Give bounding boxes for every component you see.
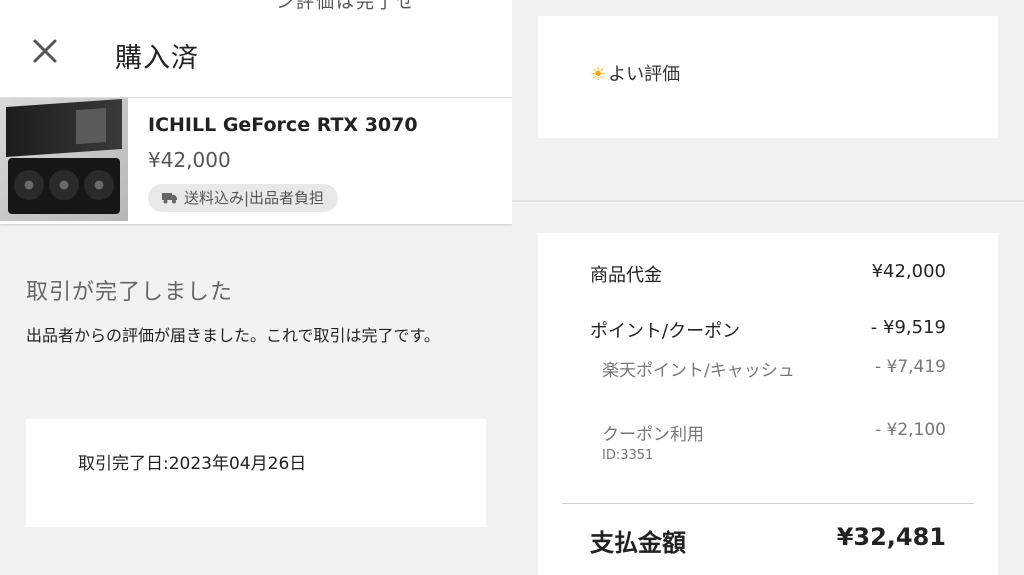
right-panel: ☀ よい評価 商品代金 ¥42,000 ポイント/クーポン - ¥9,519 楽天…: [512, 0, 1024, 575]
purchase-detail-screen: ン評価は完了せ 購入済 ICHILL GeForce RTX 3070 ¥42,…: [0, 0, 1024, 575]
completion-date: 取引完了日:2023年04月26日: [78, 454, 307, 474]
rating: ☀ よい評価: [590, 60, 680, 86]
points-coupon-value: - ¥9,519: [870, 317, 946, 338]
gpu-fan-icon: [49, 170, 79, 200]
left-panel: ン評価は完了せ 購入済 ICHILL GeForce RTX 3070 ¥42,…: [0, 0, 512, 575]
product-thumbnail[interactable]: [0, 98, 128, 221]
gpu-card-image: [8, 158, 120, 214]
completion-date-card: 取引完了日:2023年04月26日: [26, 419, 486, 527]
rakuten-points-value: - ¥7,419: [874, 357, 946, 377]
close-button[interactable]: [28, 34, 62, 68]
shipping-text: 送料込み|出品者負担: [184, 189, 325, 207]
gpu-fan-icon: [14, 170, 44, 200]
close-icon: [33, 39, 57, 63]
points-coupon-label: ポイント/クーポン: [590, 321, 741, 342]
gpu-fan-icon: [84, 170, 114, 200]
partial-top-text: ン評価は完了せ: [276, 0, 416, 13]
section-divider: [512, 200, 1024, 202]
rating-label: よい評価: [608, 64, 681, 85]
rating-card: ☀ よい評価: [538, 16, 998, 138]
coupon-id: ID:3351: [602, 448, 654, 463]
total-value: ¥32,481: [836, 523, 946, 551]
gpu-box-image: [6, 98, 122, 158]
transaction-status-message: 出品者からの評価が届きました。これで取引は完了です。: [26, 326, 440, 345]
total-divider: [562, 503, 974, 504]
header-bar: ン評価は完了せ 購入済: [0, 0, 512, 98]
product-name: ICHILL GeForce RTX 3070: [148, 114, 418, 136]
sun-icon: ☀: [590, 64, 607, 85]
transaction-status-title: 取引が完了しました: [26, 280, 234, 305]
product-price: ¥42,000: [148, 148, 231, 172]
payment-summary-card: 商品代金 ¥42,000 ポイント/クーポン - ¥9,519 楽天ポイント/キ…: [538, 233, 998, 575]
rakuten-points-label: 楽天ポイント/キャッシュ: [602, 361, 795, 381]
item-price-value: ¥42,000: [871, 261, 946, 282]
coupon-value: - ¥2,100: [874, 420, 946, 440]
truck-icon: [162, 185, 178, 213]
page-title: 購入済: [115, 43, 199, 74]
coupon-label: クーポン利用: [602, 425, 704, 445]
item-price-label: 商品代金: [590, 265, 662, 286]
total-label: 支払金額: [590, 529, 686, 557]
shipping-badge: 送料込み|出品者負担: [148, 184, 339, 213]
gpu-box-stripe: [76, 108, 106, 145]
